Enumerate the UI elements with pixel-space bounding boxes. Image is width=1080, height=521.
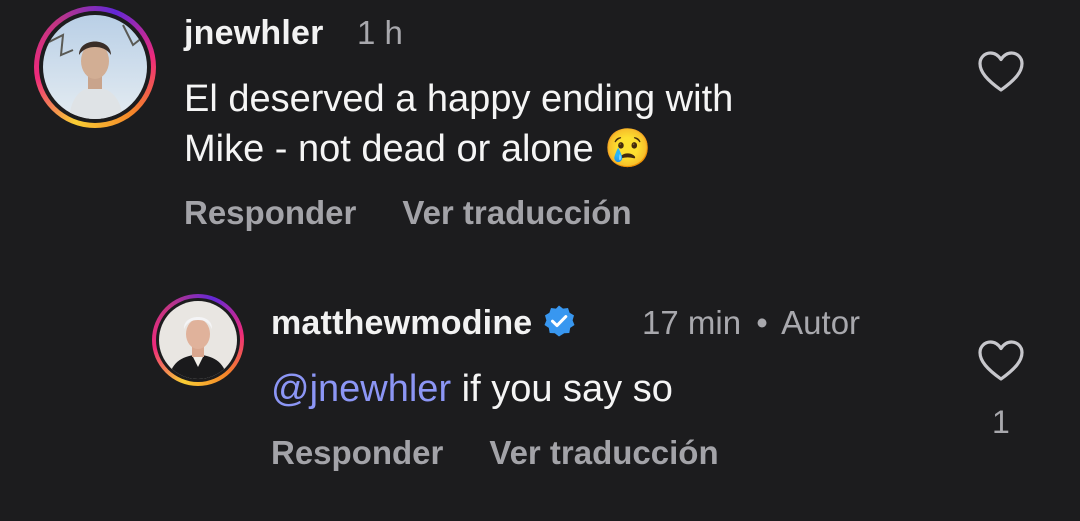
heart-outline-icon[interactable] <box>977 339 1025 383</box>
comment-username[interactable]: jnewhler <box>184 14 324 53</box>
see-translation-button[interactable]: Ver traducción <box>402 194 631 231</box>
reply-button[interactable]: Responder <box>271 434 443 471</box>
comment-username[interactable]: matthewmodine <box>271 304 576 347</box>
like-count: 1 <box>992 404 1010 440</box>
author-label: Autor <box>781 304 861 341</box>
comment-text: @jnewhler if you say so <box>271 364 673 414</box>
comment-text-line-2-text: Mike - not dead or alone <box>184 128 594 170</box>
comment-meta: 17 min • Autor <box>642 304 860 342</box>
comment-actions: Responder Ver traducción <box>271 434 765 472</box>
avatar-jnewhler[interactable] <box>43 15 147 119</box>
crying-face-emoji: 😢 <box>604 128 652 170</box>
comment-text-line-2: Mike - not dead or alone 😢 <box>184 124 733 174</box>
comment-body: if you say so <box>461 368 673 410</box>
comment-timestamp: 1 h <box>357 14 403 51</box>
verified-badge-icon <box>542 304 576 347</box>
comment-username-text[interactable]: matthewmodine <box>271 304 532 342</box>
meta-separator: • <box>756 304 768 341</box>
avatar-ring[interactable] <box>152 294 244 386</box>
mention-link[interactable]: @jnewhler <box>271 368 451 410</box>
avatar-ring[interactable] <box>34 6 156 128</box>
heart-outline-icon[interactable] <box>977 50 1025 94</box>
see-translation-button[interactable]: Ver traducción <box>489 434 718 471</box>
comment-actions: Responder Ver traducción <box>184 194 678 232</box>
comment-timestamp: 17 min <box>642 304 742 341</box>
comment-text-line-1: El deserved a happy ending with <box>184 78 734 120</box>
avatar-matthewmodine[interactable] <box>159 301 237 379</box>
comment-text: El deserved a happy ending with Mike - n… <box>184 74 733 174</box>
reply-button[interactable]: Responder <box>184 194 356 231</box>
